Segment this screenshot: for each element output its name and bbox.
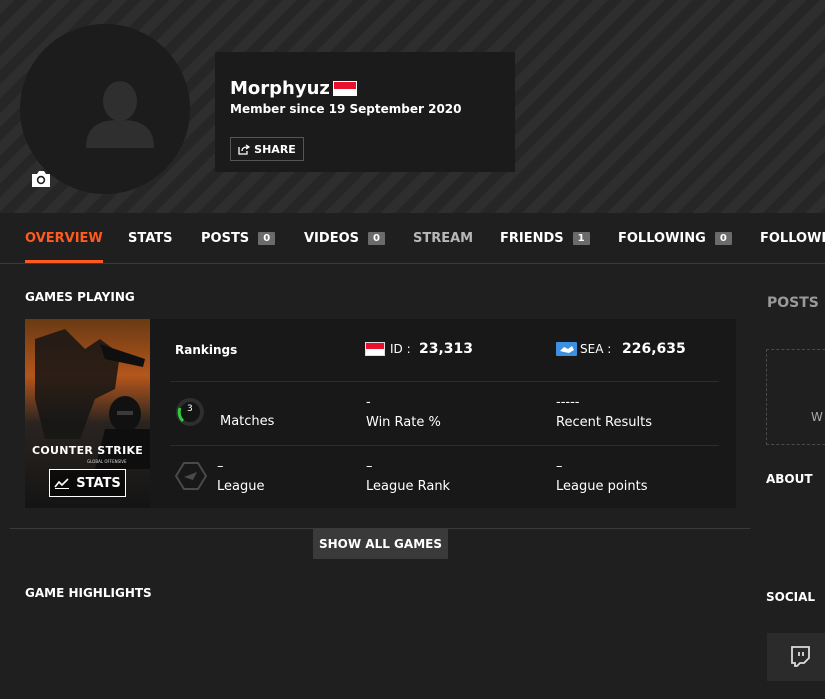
- username: Morphyuz: [230, 78, 330, 99]
- win-rate-value: -: [366, 395, 371, 410]
- game-logo-text: COUNTER STRIKE: [32, 444, 144, 457]
- row-divider: [170, 445, 719, 446]
- profile-page: Morphyuz Member since 19 September 2020 …: [0, 0, 825, 699]
- profile-nav: OVERVIEW STATS POSTS 0 VIDEOS 0 STREAM F…: [0, 213, 825, 264]
- twitch-icon: [791, 646, 810, 667]
- sidebar-about-title: ABOUT: [766, 472, 813, 486]
- following-count-badge: 0: [714, 231, 732, 245]
- tab-videos-label: VIDEOS: [304, 230, 359, 246]
- tab-following-label: FOLLOWING: [618, 230, 706, 246]
- tab-friends[interactable]: FRIENDS 1: [500, 213, 590, 263]
- member-since: Member since 19 September 2020: [230, 102, 462, 116]
- friends-count-badge: 1: [572, 231, 590, 245]
- tab-followers-label: FOLLOWE: [760, 230, 825, 246]
- game-highlights-title: GAME HIGHLIGHTS: [25, 586, 152, 600]
- league-label: League: [217, 479, 265, 494]
- game-cover-image[interactable]: COUNTER STRIKE GLOBAL OFFENSIVE STATS: [25, 319, 150, 508]
- sidebar-posts-box-text: W: [811, 410, 823, 424]
- tab-stats-label: STATS: [128, 230, 173, 246]
- recent-results-label: Recent Results: [556, 415, 653, 430]
- league-value: –: [217, 459, 224, 474]
- id-rank-label: ID :: [390, 342, 411, 356]
- twitch-social-button[interactable]: [767, 633, 825, 681]
- tab-followers[interactable]: FOLLOWE: [760, 213, 825, 263]
- tab-overview[interactable]: OVERVIEW: [25, 213, 103, 263]
- share-label: SHARE: [254, 142, 296, 156]
- tab-stream[interactable]: STREAM: [413, 213, 473, 263]
- videos-count-badge: 0: [367, 231, 385, 245]
- trend-chart-icon: [54, 478, 70, 489]
- game-logo-subtitle: GLOBAL OFFENSIVE: [87, 459, 127, 464]
- row-divider: [170, 381, 719, 382]
- league-rank-label: League Rank: [366, 479, 451, 494]
- sea-region-icon: [556, 342, 577, 356]
- tab-posts[interactable]: POSTS 0: [201, 213, 276, 263]
- tab-overview-label: OVERVIEW: [25, 230, 103, 246]
- tab-videos[interactable]: VIDEOS 0: [304, 213, 385, 263]
- game-card: COUNTER STRIKE GLOBAL OFFENSIVE STATS Ra…: [25, 319, 736, 508]
- sidebar-social-title: SOCIAL: [766, 590, 816, 604]
- tab-posts-label: POSTS: [201, 230, 250, 246]
- country-flag-icon: [333, 81, 357, 96]
- sea-rank-label: SEA :: [580, 342, 612, 356]
- recent-results-value: -----: [556, 395, 580, 410]
- share-button[interactable]: SHARE: [230, 137, 304, 161]
- camera-icon[interactable]: [30, 169, 52, 189]
- matches-count: 3: [187, 404, 193, 414]
- id-rank-value: 23,313: [419, 341, 474, 357]
- league-points-value: –: [556, 459, 563, 474]
- sea-rank-value: 226,635: [622, 341, 686, 357]
- tab-stream-label: STREAM: [413, 230, 474, 246]
- profile-card: Morphyuz Member since 19 September 2020 …: [215, 52, 515, 172]
- games-playing-title: GAMES PLAYING: [25, 290, 135, 304]
- show-all-games-button[interactable]: SHOW ALL GAMES: [313, 529, 448, 559]
- posts-count-badge: 0: [258, 231, 276, 245]
- league-points-label: League points: [556, 479, 648, 494]
- game-stats-button[interactable]: STATS: [49, 469, 126, 497]
- sidebar-posts-title: POSTS: [767, 295, 819, 311]
- matches-progress-icon: 3: [175, 397, 205, 427]
- profile-header: Morphyuz Member since 19 September 2020 …: [0, 0, 825, 213]
- rankings-label: Rankings: [175, 343, 238, 357]
- indonesia-flag-icon: [365, 342, 385, 356]
- tab-stats[interactable]: STATS: [128, 213, 173, 263]
- sidebar-posts-box[interactable]: W: [766, 349, 825, 445]
- tab-following[interactable]: FOLLOWING 0: [618, 213, 732, 263]
- league-badge-icon: [174, 461, 208, 491]
- league-rank-value: –: [366, 459, 373, 474]
- share-icon: [238, 143, 251, 155]
- tab-friends-label: FRIENDS: [500, 230, 564, 246]
- game-stats-label: STATS: [76, 475, 121, 491]
- win-rate-label: Win Rate %: [366, 415, 441, 430]
- matches-label: Matches: [220, 414, 275, 429]
